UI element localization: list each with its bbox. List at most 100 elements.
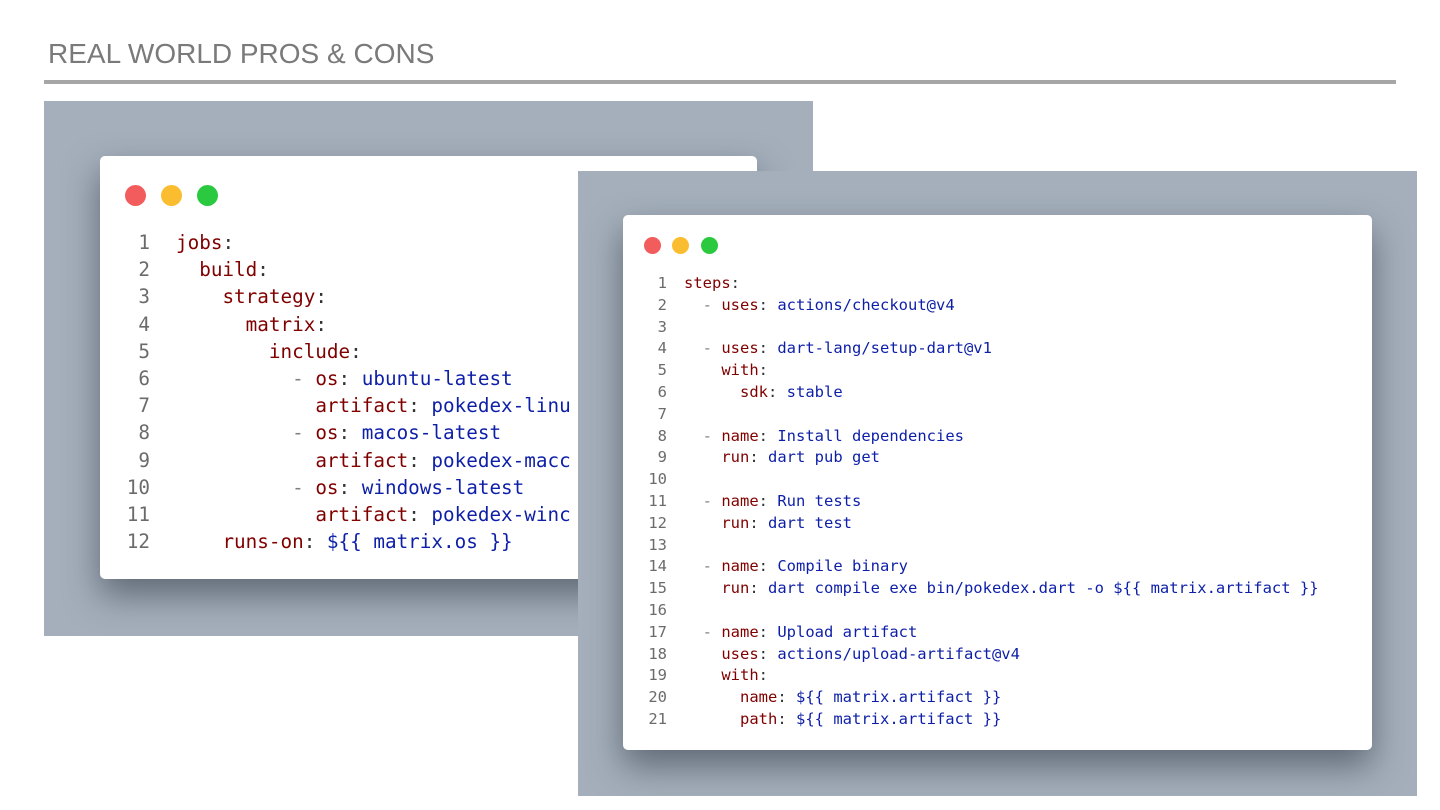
line-number: 2	[657, 295, 667, 314]
yaml-key: name	[721, 491, 759, 510]
list-dash: -	[702, 339, 722, 358]
yaml-colon: :	[315, 312, 327, 336]
yaml-key: name	[740, 688, 778, 707]
yaml-key: jobs	[176, 231, 223, 254]
yaml-colon: :	[768, 382, 787, 401]
yaml-key: sdk	[740, 382, 768, 401]
line-number: 8	[138, 421, 150, 445]
code-line: 10 - os: windows-latest	[122, 474, 571, 501]
yaml-colon: :	[408, 503, 432, 527]
line-number: 11	[648, 491, 667, 510]
yaml-key: uses	[721, 339, 759, 358]
list-dash: -	[702, 426, 722, 445]
code-line: 1 jobs:	[122, 229, 571, 256]
yaml-key: runs-on	[222, 530, 304, 554]
code-line: 14 - name: Compile binary	[643, 556, 1319, 578]
yaml-key: name	[721, 622, 759, 641]
line-number: 7	[138, 394, 150, 418]
code-line: 4 matrix:	[122, 311, 571, 338]
yaml-key: artifact	[315, 448, 409, 472]
yaml-key: with	[721, 361, 759, 380]
line-number: 5	[138, 339, 150, 363]
yaml-value: ${{ matrix.os }}	[326, 530, 513, 554]
yaml-colon: :	[350, 339, 362, 363]
line-number: 3	[657, 317, 667, 336]
yaml-colon: :	[758, 644, 778, 663]
list-dash: -	[292, 475, 316, 499]
line-number: 6	[138, 367, 150, 391]
yaml-colon: :	[408, 394, 432, 418]
code-line: 9 run: dart pub get	[643, 447, 1319, 469]
yaml-colon: :	[749, 448, 768, 467]
list-dash: -	[702, 557, 722, 576]
yaml-value: pokedex-winc	[431, 503, 571, 527]
yaml-value: actions/checkout@v4	[777, 295, 955, 314]
list-dash: -	[702, 622, 722, 641]
code-line: 12 runs-on: ${{ matrix.os }}	[122, 528, 571, 555]
line-number: 15	[648, 579, 667, 598]
code-line: 19 with:	[643, 665, 1319, 687]
code-line: 16	[643, 600, 1319, 622]
yaml-value: dart-lang/setup-dart@v1	[777, 339, 992, 358]
line-number: 4	[138, 312, 150, 336]
yaml-value: macos-latest	[361, 421, 502, 445]
yaml-key: os	[315, 367, 339, 391]
code-line: 20 name: ${{ matrix.artifact }}	[643, 687, 1319, 709]
yaml-key: name	[721, 557, 759, 576]
yaml-key: run	[721, 579, 750, 598]
line-number: 7	[657, 404, 667, 423]
line-number: 9	[138, 448, 150, 472]
yaml-value: pokedex-macc	[431, 448, 571, 472]
yaml-key: os	[315, 475, 339, 499]
code-line: 11 - name: Run tests	[643, 491, 1319, 513]
maximize-dot-icon	[197, 185, 218, 206]
line-number: 14	[648, 557, 667, 576]
left-code-block: 1 jobs: 2 build: 3 strategy: 4 matrix: 5 incl…	[122, 229, 571, 555]
code-line: 9 artifact: pokedex-macc	[122, 447, 571, 474]
line-number: 19	[648, 666, 667, 685]
line-number: 6	[657, 382, 667, 401]
yaml-colon: :	[777, 688, 796, 707]
yaml-value: Install dependencies	[777, 426, 964, 445]
yaml-colon: :	[758, 295, 778, 314]
line-number: 17	[648, 622, 667, 641]
yaml-value: ${{ matrix.artifact }}	[796, 709, 1002, 728]
maximize-dot-icon	[701, 237, 718, 254]
slide-title: REAL WORLD PROS & CONS	[48, 38, 435, 69]
list-dash: -	[292, 367, 316, 391]
minimize-dot-icon	[161, 185, 182, 206]
yaml-value: Upload artifact	[777, 622, 918, 641]
line-number: 8	[657, 426, 667, 445]
line-number: 3	[138, 285, 150, 309]
line-number: 4	[657, 339, 667, 358]
code-line: 21 path: ${{ matrix.artifact }}	[643, 709, 1319, 731]
close-dot-icon	[644, 237, 661, 254]
code-line: 11 artifact: pokedex-winc	[122, 501, 571, 528]
line-number: 18	[648, 644, 667, 663]
yaml-colon: :	[758, 666, 768, 685]
line-number: 2	[138, 258, 150, 282]
yaml-value: ubuntu-latest	[361, 367, 513, 391]
yaml-colon: :	[749, 579, 768, 598]
code-line: 12 run: dart test	[643, 513, 1319, 535]
code-line: 6 - os: ubuntu-latest	[122, 365, 571, 392]
yaml-key: steps	[684, 274, 731, 292]
line-number: 10	[648, 470, 667, 489]
line-number: 12	[648, 513, 667, 532]
yaml-key: with	[721, 666, 759, 685]
